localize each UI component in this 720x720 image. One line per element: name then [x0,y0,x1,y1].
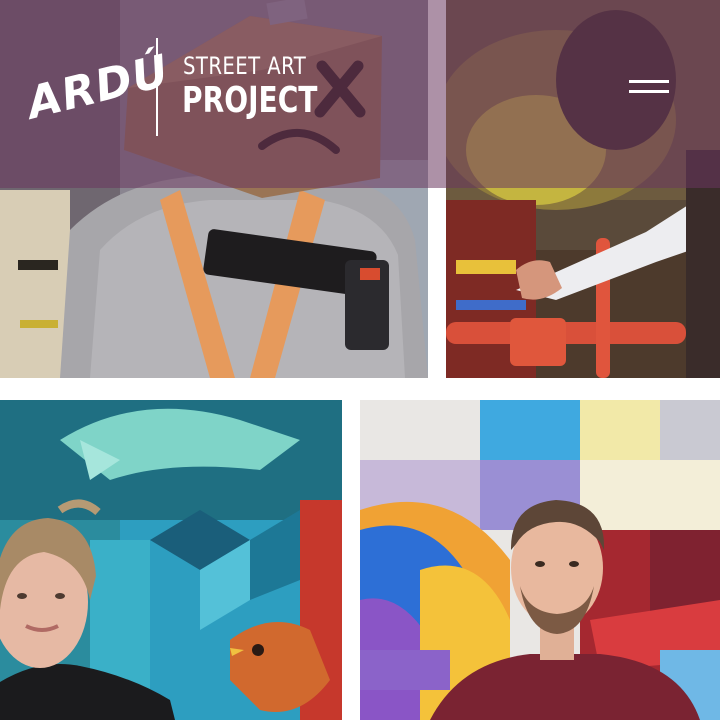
site-header: ARDÚ STREET ART PROJECT [0,0,720,188]
logo-wordmark: ARDÚ [22,45,175,130]
site-logo[interactable]: ARDÚ STREET ART PROJECT [18,36,318,146]
hamburger-menu-icon [629,80,669,83]
gallery-photo-woman-artist[interactable] [0,400,342,720]
logo-divider [156,38,158,136]
logo-tagline-line2: PROJECT [182,80,318,121]
man-artist-photo [360,400,720,720]
gallery-photo-man-artist[interactable] [360,400,720,720]
hamburger-menu-icon-bar [629,90,669,93]
logo-tagline-line1: STREET ART [183,52,307,80]
woman-artist-photo [0,400,342,720]
menu-button[interactable] [622,72,676,106]
